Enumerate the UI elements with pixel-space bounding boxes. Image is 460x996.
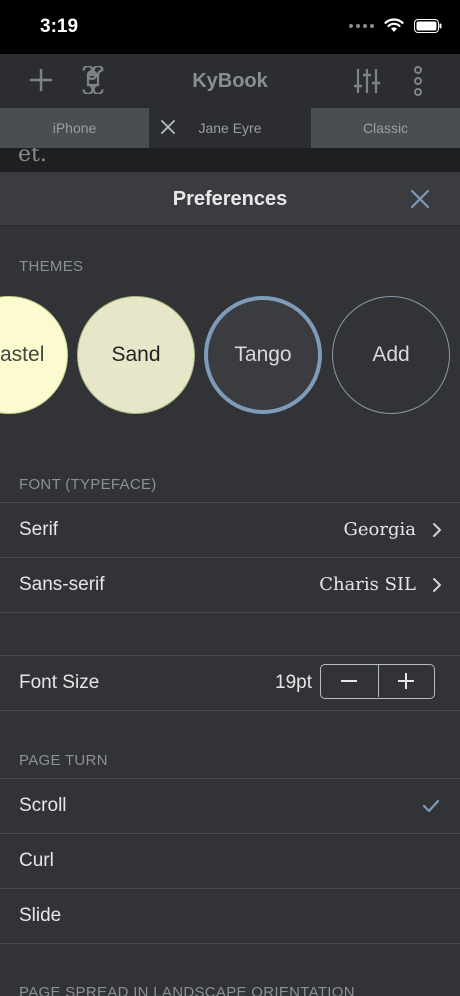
chevron-right-icon xyxy=(433,523,441,537)
serif-label: Serif xyxy=(19,519,59,540)
option-label: Slide xyxy=(19,905,62,926)
wifi-icon xyxy=(384,18,404,32)
divider xyxy=(0,710,460,711)
reader-toolbar: KyBook xyxy=(0,54,460,108)
page-spread-section-label: PAGE SPREAD IN LANDSCAPE ORIENTATION xyxy=(19,984,355,996)
preferences-sheet: Preferences THEMES astel Sand Tango Add … xyxy=(0,172,460,996)
font-size-stepper xyxy=(320,664,435,699)
themes-section-label: THEMES xyxy=(19,258,84,275)
cellular-signal-icon xyxy=(349,23,374,28)
sliders-icon[interactable] xyxy=(352,66,382,96)
page-turn-option-scroll[interactable]: Scroll xyxy=(0,778,460,833)
theme-pastel[interactable]: astel xyxy=(0,296,68,414)
close-tab-icon[interactable] xyxy=(159,118,177,136)
battery-icon xyxy=(414,18,442,33)
page-turn-option-slide[interactable]: Slide xyxy=(0,888,460,943)
sans-serif-font-row[interactable]: Sans-serif Charis SIL xyxy=(0,557,460,612)
font-size-value: 19pt xyxy=(275,672,312,693)
page-turn-option-curl[interactable]: Curl xyxy=(0,833,460,888)
font-size-row: Font Size 19pt xyxy=(0,655,460,710)
tab-classic[interactable]: Classic xyxy=(311,108,460,148)
font-section-label: FONT (TYPEFACE) xyxy=(19,476,157,493)
divider xyxy=(0,612,460,613)
minus-icon xyxy=(341,680,358,682)
more-vertical-icon[interactable] xyxy=(411,66,425,96)
book-content: et. xyxy=(0,148,460,172)
tab-jane-eyre[interactable]: Jane Eyre xyxy=(149,108,311,148)
divider xyxy=(0,943,460,944)
document-tabs: iPhone Jane Eyre Classic xyxy=(0,108,460,148)
sans-serif-label: Sans-serif xyxy=(19,574,105,595)
checkmark-icon xyxy=(422,799,440,813)
font-size-label: Font Size xyxy=(19,672,100,693)
tab-label: Jane Eyre xyxy=(198,120,262,136)
chevron-right-icon xyxy=(433,578,441,592)
sheet-title: Preferences xyxy=(172,188,288,210)
serif-font-row[interactable]: Serif Georgia xyxy=(0,502,460,557)
app-title: KyBook xyxy=(192,70,268,92)
close-icon[interactable] xyxy=(410,189,430,209)
status-icons xyxy=(349,18,442,33)
page-turn-section-label: PAGE TURN xyxy=(19,752,108,769)
sheet-header: Preferences xyxy=(0,172,460,226)
status-bar: 3:19 xyxy=(0,0,460,54)
tab-iphone[interactable]: iPhone xyxy=(0,108,149,148)
theme-sand[interactable]: Sand xyxy=(77,296,195,414)
increase-font-button[interactable] xyxy=(377,665,435,697)
plus-icon xyxy=(398,673,415,689)
sans-serif-value: Charis SIL xyxy=(319,574,416,595)
option-label: Curl xyxy=(19,850,54,871)
decrease-font-button[interactable] xyxy=(321,665,378,697)
theme-tango[interactable]: Tango xyxy=(204,296,322,414)
book-text: et. xyxy=(18,148,47,167)
status-time: 3:19 xyxy=(40,16,79,37)
theme-picker: astel Sand Tango Add xyxy=(0,296,460,416)
serif-value: Georgia xyxy=(343,519,416,540)
option-label: Scroll xyxy=(19,795,67,816)
add-theme-button[interactable]: Add xyxy=(332,296,450,414)
